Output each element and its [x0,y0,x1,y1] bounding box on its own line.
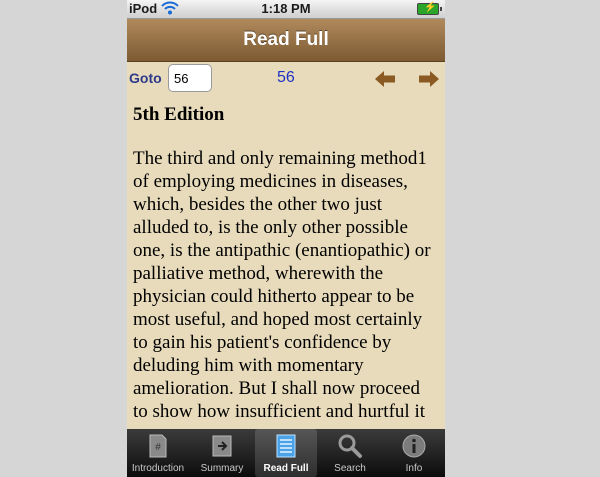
info-icon [402,434,426,458]
tab-bar: # Introduction Summary Read Full Search [127,429,445,477]
summary-icon [212,435,232,457]
app-screen: iPod 1:18 PM ⚡ Read Full Goto 56 5th Edi… [127,0,445,477]
status-bar: iPod 1:18 PM ⚡ [127,0,445,19]
edition-heading: 5th Edition [133,104,225,125]
svg-text:#: # [155,442,161,453]
tab-summary[interactable]: Summary [191,429,253,477]
tab-info[interactable]: Info [383,429,445,477]
goto-toolbar: Goto 56 [127,62,445,96]
tab-introduction[interactable]: # Introduction [127,429,189,477]
tab-read-full[interactable]: Read Full [255,429,317,477]
body-text: The third and only remaining method1 of … [133,148,431,427]
reading-content[interactable]: 5th Edition The third and only remaining… [133,101,439,427]
tab-label: Search [334,463,366,474]
tab-label: Summary [200,463,244,474]
page-title: Read Full [243,29,329,50]
previous-page-arrow-icon[interactable] [375,71,395,87]
search-icon [338,434,362,458]
battery-icon: ⚡ [417,2,442,15]
goto-label[interactable]: Goto [129,70,162,86]
current-page-number: 56 [277,69,295,86]
tab-label: Read Full [263,463,309,474]
goto-page-input[interactable] [168,64,212,92]
introduction-icon: # [149,434,167,458]
tab-label: Info [405,463,423,474]
status-time: 1:18 PM [261,1,311,16]
navigation-bar: Read Full [127,19,445,62]
tab-search[interactable]: Search [319,429,381,477]
tab-label: Introduction [131,463,185,474]
next-page-arrow-icon[interactable] [419,71,439,87]
read-full-icon [276,434,296,458]
